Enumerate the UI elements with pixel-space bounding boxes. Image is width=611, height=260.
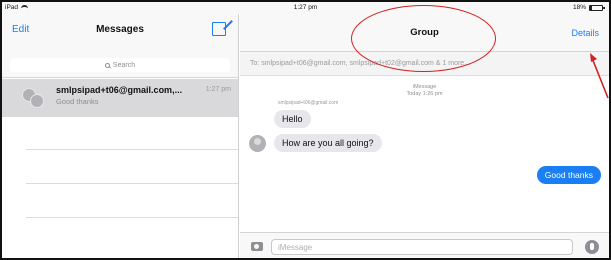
conversation-list-pane: Edit Messages Search smlpsipad+t06@gmail… [2, 14, 239, 258]
list-divider [26, 183, 238, 184]
incoming-message: Hello [274, 110, 311, 128]
search-bar: Search [2, 52, 238, 78]
conversation-preview: Good thanks [56, 97, 99, 106]
conversation-pane: Group Details To: smlpsipad+t06@gmail.co… [240, 14, 609, 258]
search-icon [104, 62, 110, 68]
details-button[interactable]: Details [571, 28, 599, 38]
list-divider [26, 149, 238, 150]
battery-percent: 18% [572, 4, 586, 11]
status-bar-right: 18% [572, 4, 605, 11]
sender-label: smlpsipad+t06@gmail.com [278, 100, 339, 106]
sender-avatar [249, 135, 266, 152]
status-bar: iPad 1:27 pm 18% [2, 2, 609, 14]
recipients-field[interactable]: To: smlpsipad+t06@gmail.com, smlpsipad+t… [240, 52, 609, 76]
ipad-screen: iPad 1:27 pm 18% Edit Messages Search sm [0, 0, 611, 260]
compose-icon[interactable] [212, 22, 226, 36]
conversation-title: Group [410, 27, 439, 38]
outgoing-message: Good thanks [536, 166, 601, 184]
conversation-nav-bar: Group Details [240, 14, 609, 52]
search-placeholder: Search [112, 61, 136, 69]
status-time: 1:27 pm [293, 4, 318, 11]
thread-header: iMessage Today 1:26 pm [240, 84, 609, 97]
search-input[interactable]: Search [10, 58, 230, 72]
conversation-row[interactable]: smlpsipad+t06@gmail.com,... 1:27 pm Good… [2, 79, 238, 117]
message-input[interactable]: iMessage [271, 239, 573, 255]
messages-title: Messages [96, 24, 144, 35]
group-avatar [22, 88, 44, 108]
thread-date: Today 1:26 pm [406, 90, 443, 97]
microphone-icon[interactable] [585, 240, 599, 254]
conversation-name: smlpsipad+t06@gmail.com,... [56, 85, 183, 95]
messages-nav-bar: Edit Messages [2, 14, 238, 52]
conversation-time: 1:27 pm [205, 86, 231, 93]
avatar [30, 94, 44, 108]
battery-icon [589, 4, 605, 11]
camera-icon[interactable] [251, 242, 263, 251]
list-divider [26, 217, 238, 218]
composer-bar: iMessage [240, 232, 609, 258]
incoming-message: How are you all going? [274, 134, 382, 152]
